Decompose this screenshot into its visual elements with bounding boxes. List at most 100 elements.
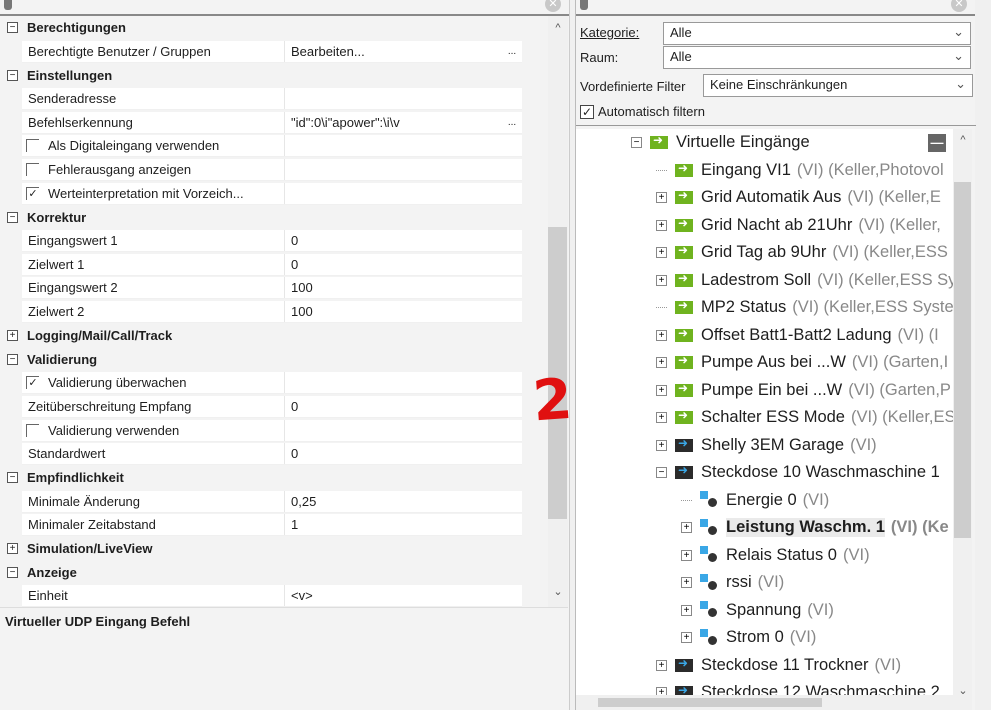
collapse-icon[interactable]: − bbox=[7, 567, 18, 579]
tree-hscrollbar-thumb[interactable] bbox=[598, 698, 822, 707]
tree-node[interactable]: + Pumpe Aus bei ...W (VI) (Garten,I bbox=[656, 349, 948, 376]
expand-icon[interactable]: + bbox=[7, 543, 18, 555]
property-value[interactable] bbox=[285, 372, 522, 393]
property-row[interactable]: Befehlserkennung "id":0\i"apower":\i\v... bbox=[0, 111, 548, 135]
property-row[interactable]: Senderadresse bbox=[0, 87, 548, 111]
property-row[interactable]: Minimale Änderung 0,25 bbox=[0, 490, 548, 514]
collapse-icon[interactable]: − bbox=[656, 467, 667, 478]
tree-node[interactable]: + Strom 0 (VI) bbox=[681, 624, 816, 651]
property-value[interactable]: 0 bbox=[285, 230, 522, 251]
expand-icon[interactable]: + bbox=[656, 439, 667, 451]
expand-icon[interactable]: + bbox=[656, 192, 667, 203]
expand-icon[interactable]: + bbox=[656, 384, 667, 396]
tree-node[interactable]: + Pumpe Ein bei ...W (VI) (Garten,P bbox=[656, 377, 951, 404]
property-row[interactable]: Eingangswert 1 0 bbox=[0, 229, 548, 253]
tree-node[interactable]: + Schalter ESS Mode (VI) (Keller,ES bbox=[656, 404, 953, 431]
expand-icon[interactable]: + bbox=[656, 329, 667, 341]
tree-scrollbar-thumb[interactable] bbox=[954, 182, 971, 538]
property-category[interactable]: + Logging/Mail/Call/Track bbox=[0, 324, 548, 348]
property-row[interactable]: Zielwert 2 100 bbox=[0, 300, 548, 324]
kategorie-select[interactable]: Alle ⌄ bbox=[663, 22, 971, 45]
filter-icon[interactable] bbox=[580, 0, 588, 10]
collapse-icon[interactable]: − bbox=[7, 472, 18, 484]
close-icon[interactable]: ✕ bbox=[545, 0, 561, 12]
property-category[interactable]: − Empfindlichkeit bbox=[0, 466, 548, 490]
tree-node[interactable]: + rssi (VI) bbox=[681, 569, 784, 596]
ellipsis-button[interactable]: ... bbox=[502, 117, 522, 128]
tree-node[interactable]: Eingang VI1 (VI) (Keller,Photovol bbox=[656, 157, 944, 184]
tree-node[interactable]: − Steckdose 10 Waschmaschine 1 bbox=[656, 459, 940, 486]
scroll-up-icon[interactable]: ^ bbox=[953, 134, 973, 146]
property-row[interactable]: Validierung verwenden bbox=[0, 419, 548, 443]
collapse-icon[interactable]: − bbox=[7, 69, 18, 81]
expand-icon[interactable]: + bbox=[656, 357, 667, 368]
collapse-icon[interactable]: − bbox=[7, 22, 18, 34]
property-category[interactable]: − Berechtigungen bbox=[0, 16, 548, 40]
expand-icon[interactable]: + bbox=[681, 604, 692, 616]
collapse-icon[interactable]: − bbox=[631, 137, 642, 148]
property-value[interactable]: 0 bbox=[285, 396, 522, 417]
property-value[interactable]: 0 bbox=[285, 254, 522, 275]
property-value[interactable] bbox=[285, 88, 522, 109]
property-value[interactable] bbox=[285, 135, 522, 156]
pin-icon[interactable] bbox=[4, 0, 12, 10]
expand-icon[interactable]: + bbox=[656, 247, 667, 258]
expand-icon[interactable]: + bbox=[681, 577, 692, 588]
property-category[interactable]: − Korrektur bbox=[0, 206, 548, 230]
scroll-down-icon[interactable]: ⌄ bbox=[548, 585, 568, 598]
expand-icon[interactable]: + bbox=[681, 522, 692, 533]
property-category[interactable]: − Einstellungen bbox=[0, 63, 548, 87]
tree-node[interactable]: + Shelly 3EM Garage (VI) bbox=[656, 432, 877, 459]
close-icon[interactable]: ✕ bbox=[951, 0, 967, 12]
expand-icon[interactable]: + bbox=[656, 274, 667, 286]
property-value[interactable]: 100 bbox=[285, 301, 522, 322]
tree-node[interactable]: + Steckdose 11 Trockner (VI) bbox=[656, 652, 901, 679]
collapse-icon[interactable]: − bbox=[7, 211, 18, 223]
scroll-up-icon[interactable]: ^ bbox=[548, 22, 568, 34]
property-value[interactable] bbox=[285, 159, 522, 180]
property-value[interactable]: <v> bbox=[285, 585, 522, 606]
tree-node[interactable]: + Grid Automatik Aus (VI) (Keller,E bbox=[656, 184, 941, 211]
property-value[interactable]: 0 bbox=[285, 443, 522, 464]
checkbox-icon[interactable] bbox=[26, 162, 39, 176]
tree-node[interactable]: Energie 0 (VI) bbox=[681, 487, 829, 514]
expand-icon[interactable]: + bbox=[656, 412, 667, 423]
ellipsis-button[interactable]: ... bbox=[502, 46, 522, 57]
property-value[interactable]: 1 bbox=[285, 514, 522, 535]
tree-node[interactable]: + Leistung Waschm. 1 (VI) (Ke bbox=[681, 514, 949, 541]
property-value[interactable]: 100 bbox=[285, 277, 522, 298]
property-row[interactable]: ✓ Validierung überwachen bbox=[0, 371, 548, 395]
property-value[interactable]: "id":0\i"apower":\i\v... bbox=[285, 112, 522, 133]
property-row[interactable]: Berechtigte Benutzer / Gruppen Bearbeiten… bbox=[0, 40, 548, 64]
property-category[interactable]: − Validierung bbox=[0, 348, 548, 372]
raum-select[interactable]: Alle ⌄ bbox=[663, 46, 971, 69]
collapse-all-button[interactable]: — bbox=[928, 134, 946, 152]
property-value[interactable] bbox=[285, 420, 522, 441]
property-row[interactable]: ✓ Werteinterpretation mit Vorzeich... bbox=[0, 182, 548, 206]
expand-icon[interactable]: + bbox=[7, 330, 18, 342]
checkbox-checked-icon[interactable]: ✓ bbox=[26, 186, 39, 200]
checkbox-icon[interactable] bbox=[26, 423, 39, 437]
property-row[interactable]: Eingangswert 2 100 bbox=[0, 277, 548, 301]
vordef-select[interactable]: Keine Einschränkungen ⌄ bbox=[703, 74, 973, 97]
expand-icon[interactable]: + bbox=[656, 219, 667, 231]
property-row[interactable]: Minimaler Zeitabstand 1 bbox=[0, 513, 548, 537]
property-value[interactable]: 0,25 bbox=[285, 491, 522, 512]
property-row[interactable]: Als Digitaleingang verwenden bbox=[0, 134, 548, 158]
expand-icon[interactable]: + bbox=[681, 632, 692, 643]
property-row[interactable]: Zielwert 1 0 bbox=[0, 253, 548, 277]
tree-node[interactable]: + Spannung (VI) bbox=[681, 597, 834, 624]
tree-node[interactable]: + Offset Batt1-Batt2 Ladung (VI) (I bbox=[656, 322, 939, 349]
checkbox-checked-icon[interactable]: ✓ bbox=[26, 376, 39, 390]
property-row[interactable]: Zeitüberschreitung Empfang 0 bbox=[0, 395, 548, 419]
expand-icon[interactable]: + bbox=[656, 659, 667, 671]
property-category[interactable]: + Simulation/LiveView bbox=[0, 537, 548, 561]
auto-filter-checkbox[interactable]: ✓ Automatisch filtern bbox=[580, 104, 705, 119]
tree-node[interactable]: + Relais Status 0 (VI) bbox=[681, 542, 870, 569]
tree-node[interactable]: + Grid Tag ab 9Uhr (VI) (Keller,ESS bbox=[656, 239, 948, 266]
property-row[interactable]: Einheit <v> bbox=[0, 585, 548, 607]
tree-node[interactable]: + Ladestrom Soll (VI) (Keller,ESS Sy bbox=[656, 267, 953, 294]
tree-node[interactable]: MP2 Status (VI) (Keller,ESS Syste bbox=[656, 294, 953, 321]
checkbox-icon[interactable] bbox=[26, 139, 39, 153]
property-value[interactable]: Bearbeiten...... bbox=[285, 41, 522, 62]
